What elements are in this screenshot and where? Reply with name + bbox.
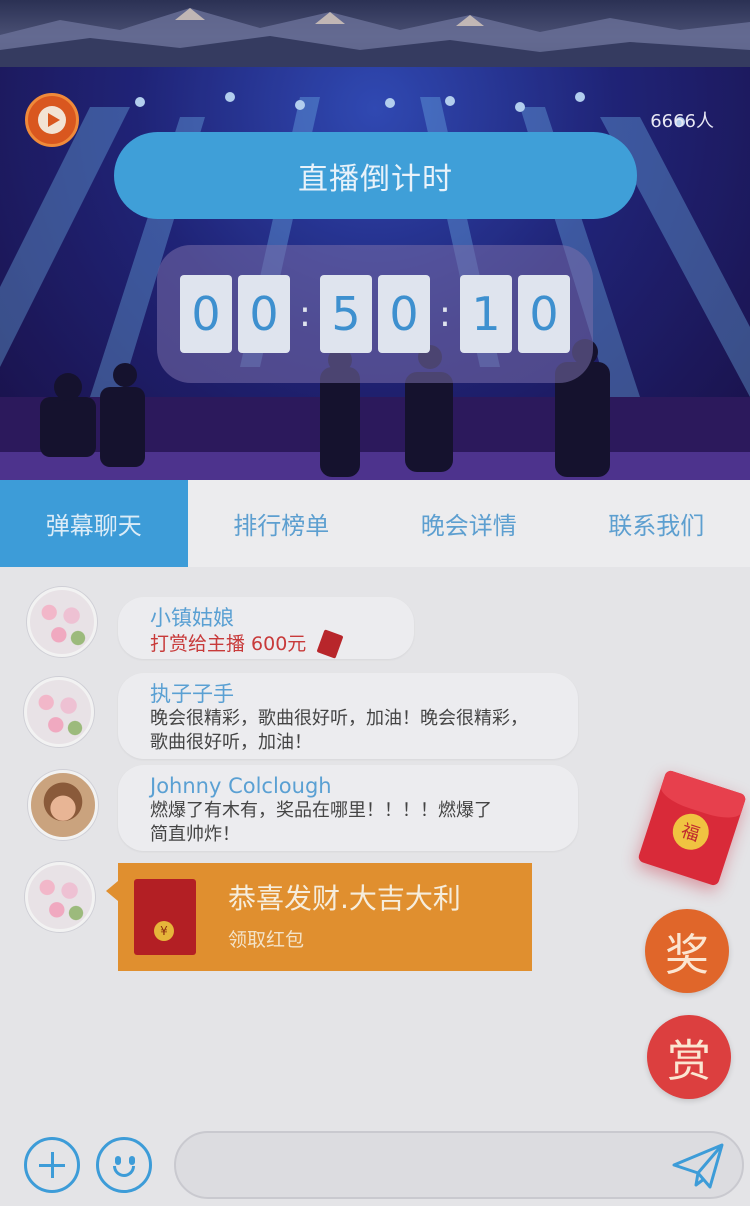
fu-seal-icon: 福	[668, 809, 714, 855]
second-ones-digit: 0	[518, 275, 570, 353]
chat-bubble: 执子子手 晚会很精彩，歌曲很好听，加油！晚会很精彩， 歌曲很好听，加油！	[118, 673, 578, 759]
reward-button[interactable]: 赏	[647, 1015, 731, 1099]
minute-ones-digit: 0	[378, 275, 430, 353]
message-text: 歌曲很好听，加油！	[150, 732, 312, 753]
second-tens-digit: 1	[460, 275, 512, 353]
tab-bar: 弹幕聊天 排行榜单 晚会详情 联系我们	[0, 480, 750, 567]
tab-danmu-chat[interactable]: 弹幕聊天	[0, 480, 188, 567]
emoji-icon[interactable]	[96, 1137, 152, 1193]
emoji-eye	[129, 1156, 135, 1165]
viewer-count: 6666人	[650, 111, 714, 132]
countdown-title-button[interactable]: 直播倒计时	[114, 132, 637, 219]
prize-button[interactable]: 奖	[645, 909, 729, 993]
gift-text: 打赏给主播 600元	[150, 633, 307, 655]
tab-contact-us[interactable]: 联系我们	[563, 480, 750, 567]
red-packet-claim-label: 领取红包	[228, 929, 305, 951]
sender-name: 执子子手	[150, 682, 234, 706]
elephant-play-icon	[38, 106, 66, 134]
chat-list[interactable]: 小镇姑娘 打赏给主播 600元 执子子手 晚会很精彩，歌曲很好听，加油！晚会很精…	[0, 567, 750, 1127]
timer-separator: :	[298, 293, 312, 335]
emoji-eye	[115, 1156, 121, 1165]
red-packet-icon	[134, 879, 196, 955]
message-input[interactable]	[174, 1131, 744, 1199]
live-stage-video[interactable]: 6666人 直播倒计时 0 0 : 5 0 : 1 0	[0, 67, 750, 480]
red-packet-title: 恭喜发财.大吉大利	[228, 882, 461, 915]
chat-bubble: Johnny Colclough 燃爆了有木有，奖品在哪里！！！！燃爆了 简直帅…	[118, 765, 578, 851]
tab-ranking[interactable]: 排行榜单	[188, 480, 376, 567]
red-packet-card[interactable]: 恭喜发财.大吉大利 领取红包	[106, 863, 532, 971]
avatar[interactable]	[25, 862, 95, 932]
message-text: 晚会很精彩，歌曲很好听，加油！晚会很精彩，	[150, 708, 528, 729]
tab-event-details[interactable]: 晚会详情	[375, 480, 563, 567]
top-banner-image	[0, 0, 750, 67]
countdown-timer: 0 0 : 5 0 : 1 0	[157, 245, 593, 383]
input-bar	[0, 1127, 750, 1206]
sender-name: Johnny Colclough	[150, 774, 332, 798]
avatar[interactable]	[24, 677, 94, 747]
gift-message: 打赏给主播 600元	[150, 629, 390, 659]
chat-bubble: 小镇姑娘 打赏给主播 600元	[118, 597, 414, 659]
app-logo[interactable]	[25, 93, 79, 147]
hour-tens-digit: 0	[180, 275, 232, 353]
avatar[interactable]	[28, 770, 98, 840]
minute-tens-digit: 5	[320, 275, 372, 353]
message-text: 简直帅炸！	[150, 824, 240, 845]
avatar[interactable]	[27, 587, 97, 657]
add-icon[interactable]	[24, 1137, 80, 1193]
emoji-mouth	[113, 1166, 135, 1177]
hour-ones-digit: 0	[238, 275, 290, 353]
message-text: 燃爆了有木有，奖品在哪里！！！！燃爆了	[150, 800, 492, 821]
sender-name: 小镇姑娘	[150, 606, 234, 630]
red-envelope-icon	[316, 629, 344, 659]
send-icon[interactable]	[670, 1141, 726, 1191]
timer-separator: :	[438, 293, 452, 335]
